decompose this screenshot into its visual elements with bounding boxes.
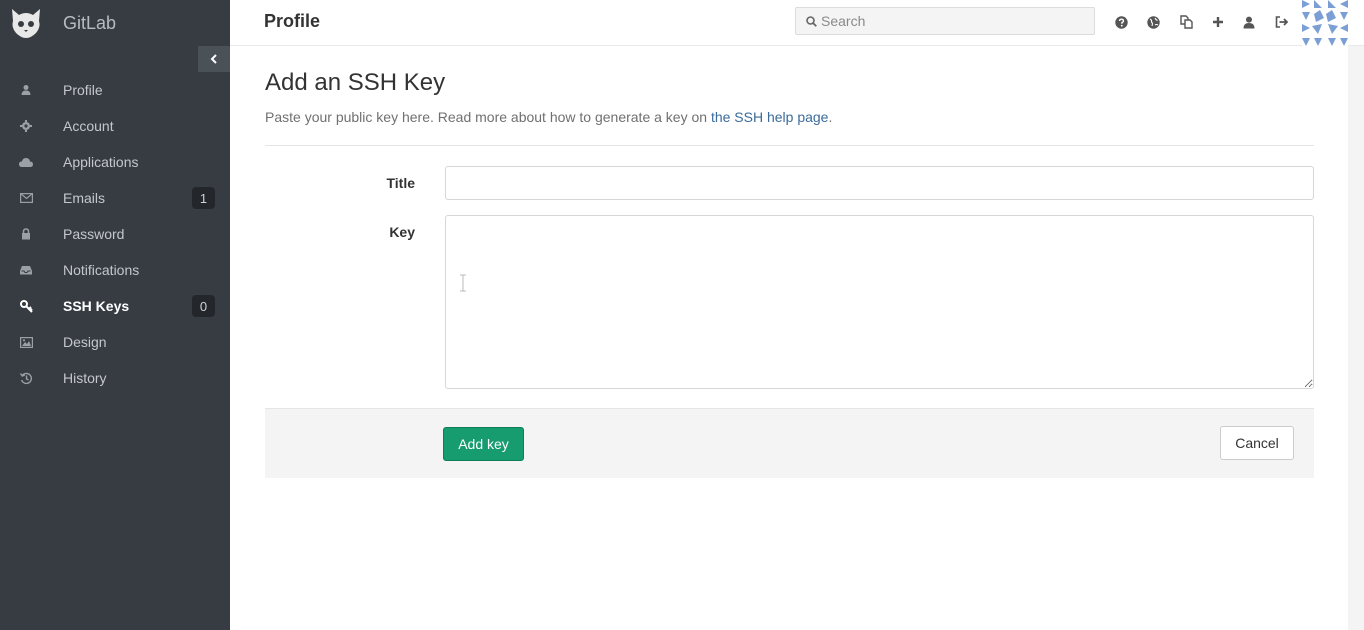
brand[interactable]: GitLab: [0, 0, 230, 46]
avatar[interactable]: [1302, 0, 1348, 46]
help-icon[interactable]: [1113, 14, 1129, 30]
title-label: Title: [386, 175, 415, 191]
lock-icon: [18, 226, 34, 242]
key-textarea[interactable]: [445, 215, 1314, 389]
page-title: Profile: [264, 11, 321, 31]
sidebar-item-applications[interactable]: Applications: [0, 144, 230, 180]
envelope-icon: [18, 190, 34, 206]
title-field[interactable]: [445, 166, 1314, 200]
sidebar-item-ssh-keys[interactable]: SSH Keys 0: [0, 288, 230, 324]
form-actions: Add key Cancel: [265, 408, 1314, 478]
page-description: Paste your public key here. Read more ab…: [265, 109, 1314, 125]
text-cursor-icon: [460, 274, 466, 292]
plus-icon[interactable]: [1210, 14, 1226, 30]
gear-icon: [18, 118, 34, 134]
top-header: Profile: [230, 0, 1364, 46]
image-icon: [18, 334, 34, 350]
main-content: Add an SSH Key Paste your public key her…: [265, 46, 1314, 478]
ssh-help-link[interactable]: the SSH help page: [711, 109, 829, 125]
sidebar-item-label: Account: [63, 118, 114, 134]
sidebar-item-profile[interactable]: Profile: [0, 72, 230, 108]
copy-icon[interactable]: [1178, 14, 1194, 30]
search-box[interactable]: [795, 7, 1095, 35]
sidebar-item-label: Emails: [63, 190, 106, 206]
sign-out-icon[interactable]: [1273, 14, 1289, 30]
description-text: Paste your public key here. Read more ab…: [265, 109, 711, 125]
chevron-left-icon: [210, 54, 217, 64]
sidebar-item-label: Applications: [63, 154, 139, 170]
ssh-keys-count-badge: 0: [192, 295, 215, 317]
identicon-image: [1302, 0, 1348, 46]
sidebar-item-password[interactable]: Password: [0, 216, 230, 252]
sidebar-nav: Profile Account Applications Emails 1 Pa…: [0, 72, 230, 396]
sidebar-item-account[interactable]: Account: [0, 108, 230, 144]
user-icon[interactable]: [1241, 14, 1257, 30]
sidebar-item-label: Password: [63, 226, 125, 242]
sidebar-item-label: SSH Keys: [63, 298, 130, 314]
cancel-button[interactable]: Cancel: [1220, 426, 1294, 460]
key-icon: [18, 298, 34, 314]
emails-count-badge: 1: [192, 187, 215, 209]
collapse-sidebar-button[interactable]: [198, 46, 230, 72]
sidebar-item-design[interactable]: Design: [0, 324, 230, 360]
description-period: .: [828, 109, 833, 125]
key-label: Key: [389, 224, 415, 240]
sidebar-item-label: Design: [63, 334, 107, 350]
search-input[interactable]: [821, 13, 1081, 29]
sidebar-item-history[interactable]: History: [0, 360, 230, 396]
gitlab-logo-icon: [12, 9, 40, 38]
page-heading: Add an SSH Key: [265, 69, 446, 96]
scrollbar-track[interactable]: [1348, 46, 1364, 630]
add-key-button[interactable]: Add key: [443, 427, 524, 461]
sidebar-item-notifications[interactable]: Notifications: [0, 252, 230, 288]
brand-name: GitLab: [63, 12, 117, 33]
cloud-icon: [18, 154, 34, 170]
inbox-icon: [18, 262, 34, 278]
search-icon: [806, 15, 817, 27]
sidebar-item-label: Profile: [63, 82, 103, 98]
sidebar-item-label: History: [63, 370, 107, 386]
globe-icon[interactable]: [1145, 14, 1161, 30]
sidebar-item-emails[interactable]: Emails 1: [0, 180, 230, 216]
divider: [265, 145, 1314, 146]
sidebar: GitLab Profile Account Applications Emai…: [0, 0, 230, 630]
history-icon: [18, 370, 34, 386]
user-icon: [18, 82, 34, 98]
sidebar-item-label: Notifications: [63, 262, 140, 278]
